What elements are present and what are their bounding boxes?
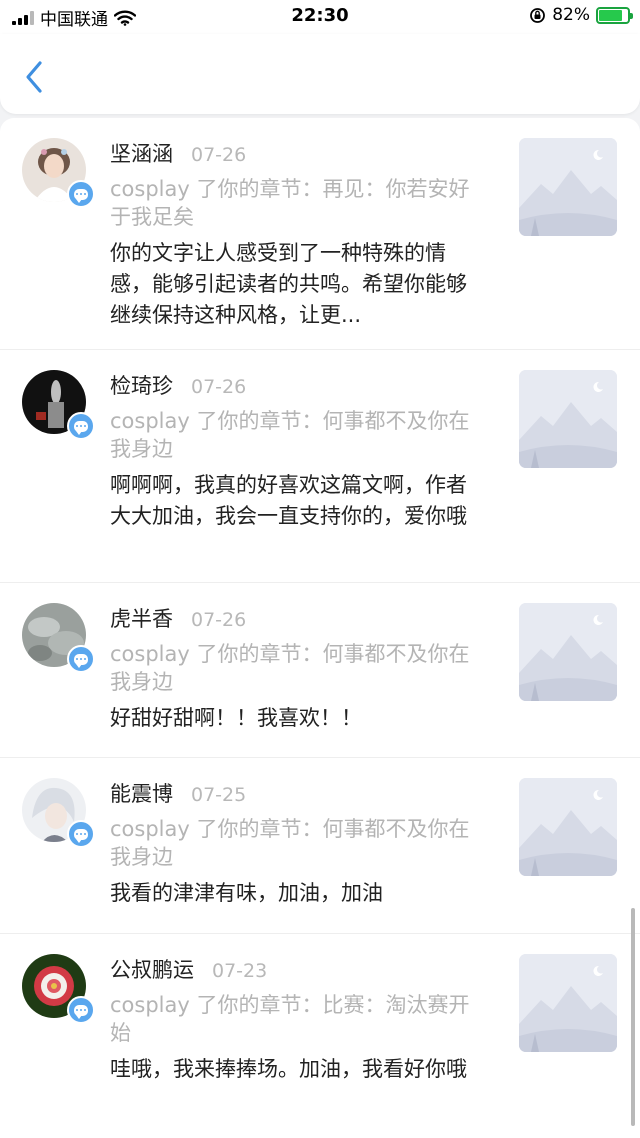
user-name[interactable]: 虎半香: [110, 603, 173, 633]
comment-badge-icon: [67, 820, 95, 848]
battery-percent: 82%: [552, 5, 590, 25]
back-button[interactable]: [20, 59, 50, 95]
comment-text: 哇哦，我来捧捧场。加油，我看好你哦: [110, 1057, 467, 1081]
chapter-reference[interactable]: cosplay 了你的章节：何事都不及你在我身边: [110, 640, 482, 696]
list-item[interactable]: 坚涵涵 07-26 cosplay 了你的章节：再见：你若安好于我足矣 你的文字…: [0, 118, 640, 350]
comment-badge-icon: [67, 996, 95, 1024]
nav-bar: [0, 34, 640, 114]
comment-badge-icon: [67, 180, 95, 208]
scrollbar[interactable]: [631, 908, 635, 1126]
status-bar: 中国联通 22:30 82%: [0, 0, 640, 34]
comment-date: 07-26: [191, 144, 247, 166]
list-item[interactable]: 能震博 07-25 cosplay 了你的章节：何事都不及你在我身边 我看的津津…: [0, 758, 640, 934]
comment-date: 07-23: [212, 960, 268, 982]
list-item[interactable]: 公叔鹏运 07-23 cosplay 了你的章节：比赛：淘汰赛开始 哇哦，我来捧…: [0, 934, 640, 1138]
chapter-thumbnail[interactable]: [519, 954, 617, 1052]
chapter-thumbnail[interactable]: [519, 138, 617, 236]
chapter-reference[interactable]: cosplay 了你的章节：再见：你若安好于我足矣: [110, 175, 482, 231]
avatar[interactable]: [22, 370, 95, 440]
comment-badge-icon: [67, 645, 95, 673]
comment-list: 坚涵涵 07-26 cosplay 了你的章节：再见：你若安好于我足矣 你的文字…: [0, 118, 640, 1138]
comment-text: 好甜好甜啊！！我喜欢！！: [110, 706, 362, 730]
avatar[interactable]: [22, 778, 95, 848]
image-placeholder-icon: [519, 954, 617, 1052]
avatar[interactable]: [22, 603, 95, 673]
user-name[interactable]: 坚涵涵: [110, 138, 173, 168]
comment-text: 啊啊啊，我真的好喜欢这篇文啊，作者大大加油，我会一直支持你的，爱你哦: [110, 473, 467, 528]
avatar[interactable]: [22, 138, 95, 208]
image-placeholder-icon: [519, 778, 617, 876]
user-name[interactable]: 公叔鹏运: [110, 954, 194, 984]
battery-icon: [596, 6, 633, 24]
chapter-reference[interactable]: cosplay 了你的章节：何事都不及你在我身边: [110, 815, 482, 871]
comment-text: 我看的津津有味，加油，加油: [110, 881, 383, 905]
comment-text: 你的文字让人感受到了一种特殊的情感，能够引起读者的共鸣。希望你能够继续保持这种风…: [110, 241, 467, 327]
image-placeholder-icon: [519, 370, 617, 468]
image-placeholder-icon: [519, 138, 617, 236]
chapter-thumbnail[interactable]: [519, 603, 617, 701]
comment-date: 07-26: [191, 376, 247, 398]
orientation-lock-icon: [530, 7, 546, 23]
comment-badge-icon: [67, 412, 95, 440]
status-right: 82%: [529, 5, 633, 25]
list-item[interactable]: 虎半香 07-26 cosplay 了你的章节：何事都不及你在我身边 好甜好甜啊…: [0, 583, 640, 758]
chapter-thumbnail[interactable]: [519, 778, 617, 876]
chapter-reference[interactable]: cosplay 了你的章节：何事都不及你在我身边: [110, 407, 482, 463]
comment-date: 07-26: [191, 609, 247, 631]
chapter-thumbnail[interactable]: [519, 370, 617, 468]
user-name[interactable]: 检琦珍: [110, 370, 173, 400]
comment-date: 07-25: [191, 784, 247, 806]
user-name[interactable]: 能震博: [110, 778, 173, 808]
list-item[interactable]: 检琦珍 07-26 cosplay 了你的章节：何事都不及你在我身边 啊啊啊，我…: [0, 350, 640, 583]
avatar[interactable]: [22, 954, 95, 1024]
image-placeholder-icon: [519, 603, 617, 701]
chapter-reference[interactable]: cosplay 了你的章节：比赛：淘汰赛开始: [110, 991, 482, 1047]
chevron-left-icon: [26, 61, 42, 93]
